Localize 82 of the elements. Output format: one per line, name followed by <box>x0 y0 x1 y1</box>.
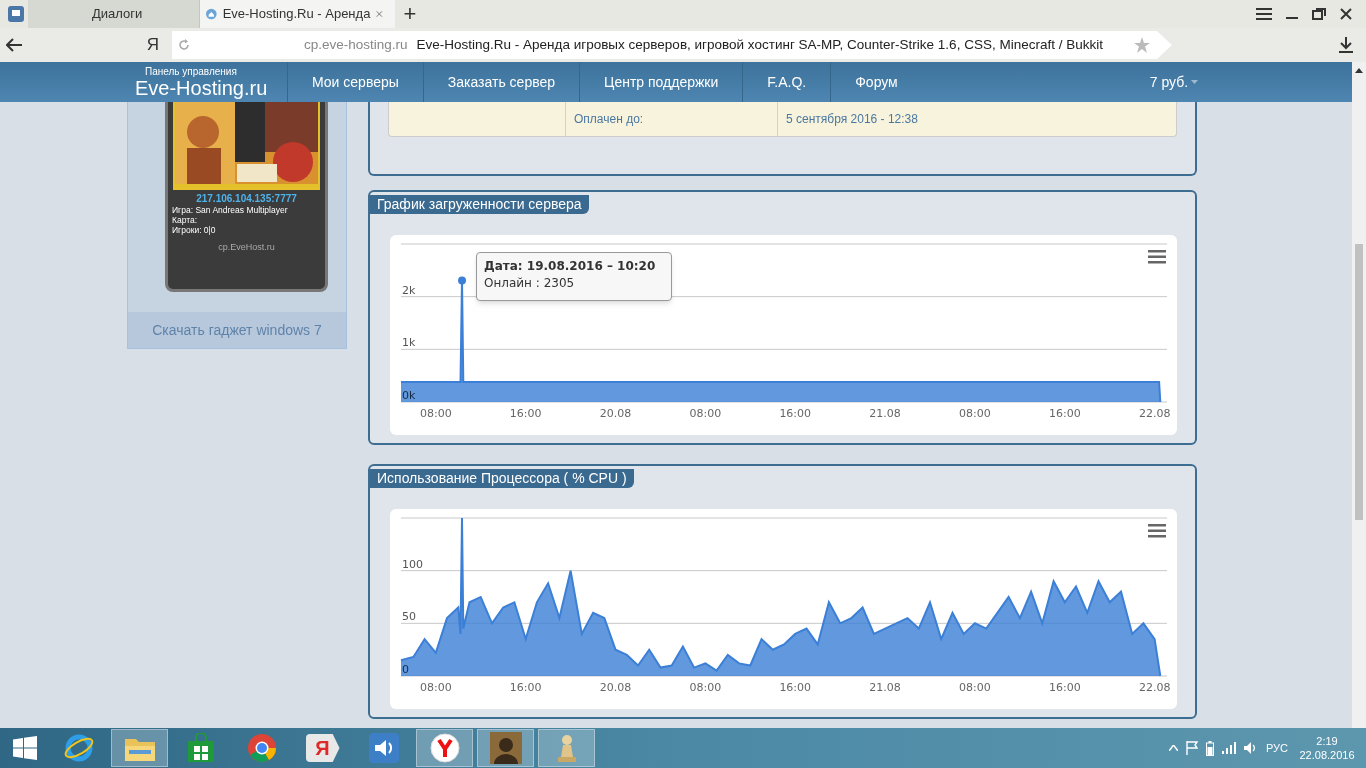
axis-label: 50 <box>402 610 416 624</box>
flag-icon[interactable] <box>1185 741 1198 755</box>
axis-label: 08:00 <box>959 407 991 420</box>
axis-label: 100 <box>402 557 423 571</box>
axis-label: 16:00 <box>509 407 542 420</box>
axis-label: 16:00 <box>779 407 812 420</box>
reload-icon[interactable] <box>178 39 190 51</box>
axis-label: 20.08 <box>599 681 632 694</box>
taskbar-app[interactable]: Я <box>294 729 351 767</box>
close-icon[interactable] <box>1340 8 1352 20</box>
download-gadget-button[interactable]: Скачать гаджет windows 7 <box>128 312 346 348</box>
axis-label: 16:00 <box>1048 407 1081 420</box>
clock-time[interactable]: 2:19 <box>1316 734 1338 748</box>
axis-label: 08:00 <box>419 407 452 420</box>
axis-label: 1k <box>402 336 416 350</box>
volume-icon[interactable] <box>1243 742 1258 754</box>
browser-tab[interactable]: Диалоги <box>28 0 200 28</box>
gadget-site: cp.EveHost.ru <box>218 241 275 254</box>
axis-label: 20.08 <box>599 407 632 420</box>
menu-icon[interactable] <box>1148 524 1166 538</box>
circle-logo-icon <box>246 733 277 763</box>
yandex-icon: Я <box>305 734 340 762</box>
axis-label: 22.08 <box>1138 407 1171 420</box>
download-icon[interactable] <box>1339 37 1353 53</box>
chat-icon <box>8 6 24 22</box>
y-logo-icon <box>429 733 460 763</box>
caret-icon <box>1191 80 1199 84</box>
axis-label: 21.08 <box>869 681 901 694</box>
axis-label: 08:00 <box>959 681 991 694</box>
server-address: 217.106.104.135:7777 <box>196 193 297 205</box>
server-detail: Карта: <box>172 215 199 225</box>
tooltip-value: Онлайн : 2305 <box>484 275 576 292</box>
axis-label: 22.08 <box>1138 681 1171 694</box>
tooltip-title: Дата: 19.08.2016 – 10:20 <box>484 258 657 275</box>
balance-dropdown[interactable]: 7 руб. <box>1149 62 1199 102</box>
axis-label: 08:00 <box>689 407 722 420</box>
taskbar-app[interactable] <box>477 729 534 767</box>
url-domain: cp.eve-hosting.ru <box>304 35 408 54</box>
language-indicator[interactable]: РУС <box>1265 739 1288 757</box>
address-field[interactable]: cp.eve-hosting.ru Eve-Hosting.Ru - Аренда игровых серверов, игровой хостинг SA-MP, Counter-Strike 1.6, CSS, Minecraft / Bukkit <box>172 31 1172 59</box>
menu-icon[interactable] <box>1256 8 1272 20</box>
axis-label: 16:00 <box>509 681 542 694</box>
info-label: Оплачен до: <box>574 111 644 128</box>
clock-date[interactable]: 22.08.2016 <box>1299 748 1355 762</box>
browser-tab[interactable]: Eve-Hosting.Ru - Аренда <box>200 0 395 28</box>
menu-icon[interactable] <box>1148 250 1166 264</box>
server-detail: Игроки: 0|0 <box>172 225 217 235</box>
axis-label: 0 <box>402 663 409 676</box>
battery-icon[interactable] <box>1205 740 1214 756</box>
axis-label: 16:00 <box>779 681 812 694</box>
shopping-bag-icon <box>186 733 215 763</box>
tab-title: Диалоги <box>92 5 143 24</box>
point-marker <box>458 276 467 285</box>
windows-logo-icon[interactable] <box>13 736 37 760</box>
axis-label: 2k <box>402 283 416 297</box>
axis-label: 0k <box>402 389 416 402</box>
scroll-up-icon[interactable] <box>1355 68 1363 73</box>
scroll-thumb[interactable] <box>1355 244 1363 520</box>
home-icon <box>206 6 217 22</box>
avatar-icon <box>489 732 522 764</box>
brand-logo[interactable]: Eve-Hosting.ru <box>135 76 268 99</box>
axis-label: 16:00 <box>1048 681 1081 694</box>
yandex-button[interactable]: Я <box>142 32 164 58</box>
taskbar-app[interactable] <box>416 729 473 767</box>
speaker-icon <box>368 733 399 763</box>
axis-label: 21.08 <box>869 407 901 420</box>
panel-heading: Использование Процессора ( % CPU ) <box>370 469 634 488</box>
server-detail: Игра: San Andreas Multiplayer <box>172 205 288 215</box>
panel-heading: График загруженности сервера <box>370 195 589 214</box>
scrollbar[interactable] <box>1352 62 1366 728</box>
brand-caption: Панель управления <box>145 65 237 77</box>
axis-label: 08:00 <box>419 681 452 694</box>
signal-icon[interactable] <box>1221 742 1236 754</box>
restore-icon[interactable] <box>1312 8 1326 20</box>
globe-icon <box>63 733 94 763</box>
page-title: Eve-Hosting.Ru - Аренда игровых серверов, игровой хостинг SA-MP, Counter-Strike 1.6, CSS, Minecraft / Bukkit <box>416 35 1103 54</box>
axis-label: 08:00 <box>689 681 722 694</box>
info-value: 5 сентября 2016 - 12:38 <box>786 111 918 128</box>
star-icon[interactable] <box>1134 37 1150 53</box>
new-tab-button[interactable]: + <box>395 0 425 28</box>
back-arrow-icon[interactable] <box>6 38 22 52</box>
tab-title: Eve-Hosting.Ru - Аренда <box>222 5 371 24</box>
